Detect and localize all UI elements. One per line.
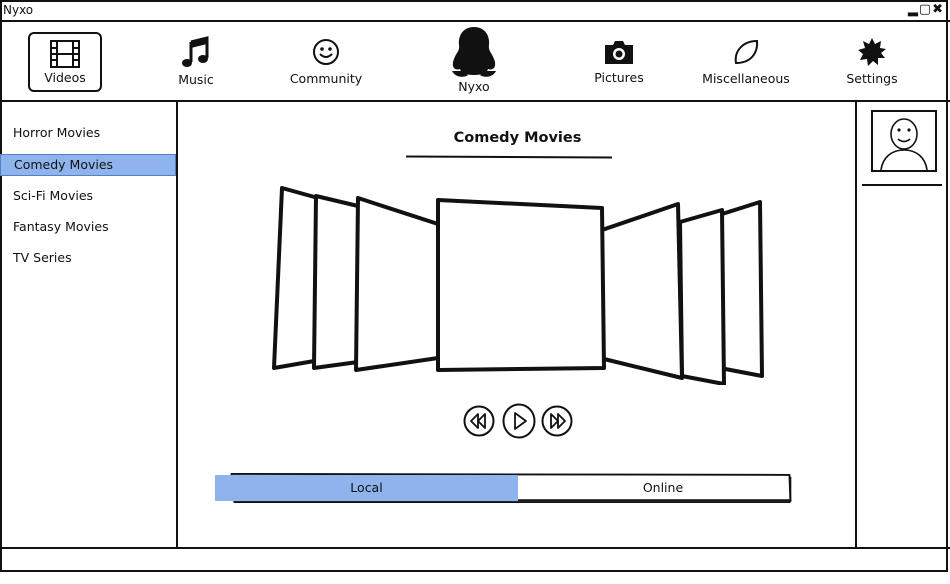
window-controls[interactable]: ▂▢✖ — [908, 2, 944, 17]
rewind-button[interactable] — [463, 405, 495, 437]
smiley-icon — [313, 38, 339, 65]
cover-slot — [312, 194, 360, 370]
window-title: Nyxo — [3, 3, 34, 17]
cover-slot — [678, 208, 726, 385]
gear-icon — [858, 37, 886, 66]
camera-icon — [605, 40, 633, 64]
title-bar: Nyxo ▂▢✖ — [0, 0, 950, 22]
user-avatar-icon — [880, 118, 928, 171]
cover-slot-center — [436, 198, 606, 372]
sidebar-item-horror-movies[interactable]: Horror Movies — [0, 123, 176, 143]
film-icon — [50, 39, 80, 68]
nav-label-music: Music — [178, 71, 214, 87]
source-toggle: Local Online — [213, 473, 811, 505]
profile-divider — [862, 184, 942, 186]
nav-label-community: Community — [289, 70, 363, 86]
sidebar-item-tv-series[interactable]: TV Series — [0, 248, 176, 268]
nav-label-miscellaneous: Miscellaneous — [702, 70, 790, 86]
nav-label-nyxo: Nyxo — [458, 79, 490, 94]
page-title: Comedy Movies — [453, 130, 582, 146]
cover-slot — [354, 196, 440, 372]
nav-item-pictures[interactable]: Pictures — [590, 22, 648, 100]
source-option-online[interactable]: Online — [519, 475, 807, 501]
nav-item-community[interactable]: Community — [288, 22, 364, 100]
sidebar-item-fantasy-movies[interactable]: Fantasy Movies — [0, 217, 176, 237]
nav-item-miscellaneous[interactable]: Miscellaneous — [700, 22, 792, 100]
nav-item-nyxo[interactable]: Nyxo — [444, 22, 504, 100]
category-sidebar: Horror Movies Comedy Movies Sci-Fi Movie… — [0, 102, 178, 549]
cover-slot — [718, 200, 764, 378]
cover-slot — [598, 202, 684, 380]
nav-item-videos[interactable]: Videos — [28, 32, 102, 92]
status-bar-divider — [0, 547, 950, 549]
nav-item-settings[interactable]: Settings — [842, 22, 902, 100]
music-note-icon — [182, 35, 209, 67]
source-option-local[interactable]: Local — [215, 475, 518, 501]
sidebar-item-sci-fi-movies[interactable]: Sci-Fi Movies — [0, 186, 176, 206]
nav-item-music[interactable]: Music — [170, 22, 222, 100]
nav-label-settings: Settings — [846, 70, 898, 86]
play-button[interactable] — [502, 403, 536, 439]
leaf-icon — [734, 39, 759, 64]
avatar[interactable] — [871, 110, 937, 172]
sidebar-item-comedy-movies[interactable]: Comedy Movies — [0, 154, 176, 176]
fast-forward-button[interactable] — [541, 405, 573, 437]
top-nav: Videos Music Community Nyxo Pictures Mis… — [0, 22, 950, 102]
nav-label-videos: Videos — [44, 69, 86, 85]
nav-label-pictures: Pictures — [594, 69, 644, 85]
penguin-logo-icon — [452, 27, 496, 77]
cover-flow-carousel[interactable] — [270, 180, 770, 385]
